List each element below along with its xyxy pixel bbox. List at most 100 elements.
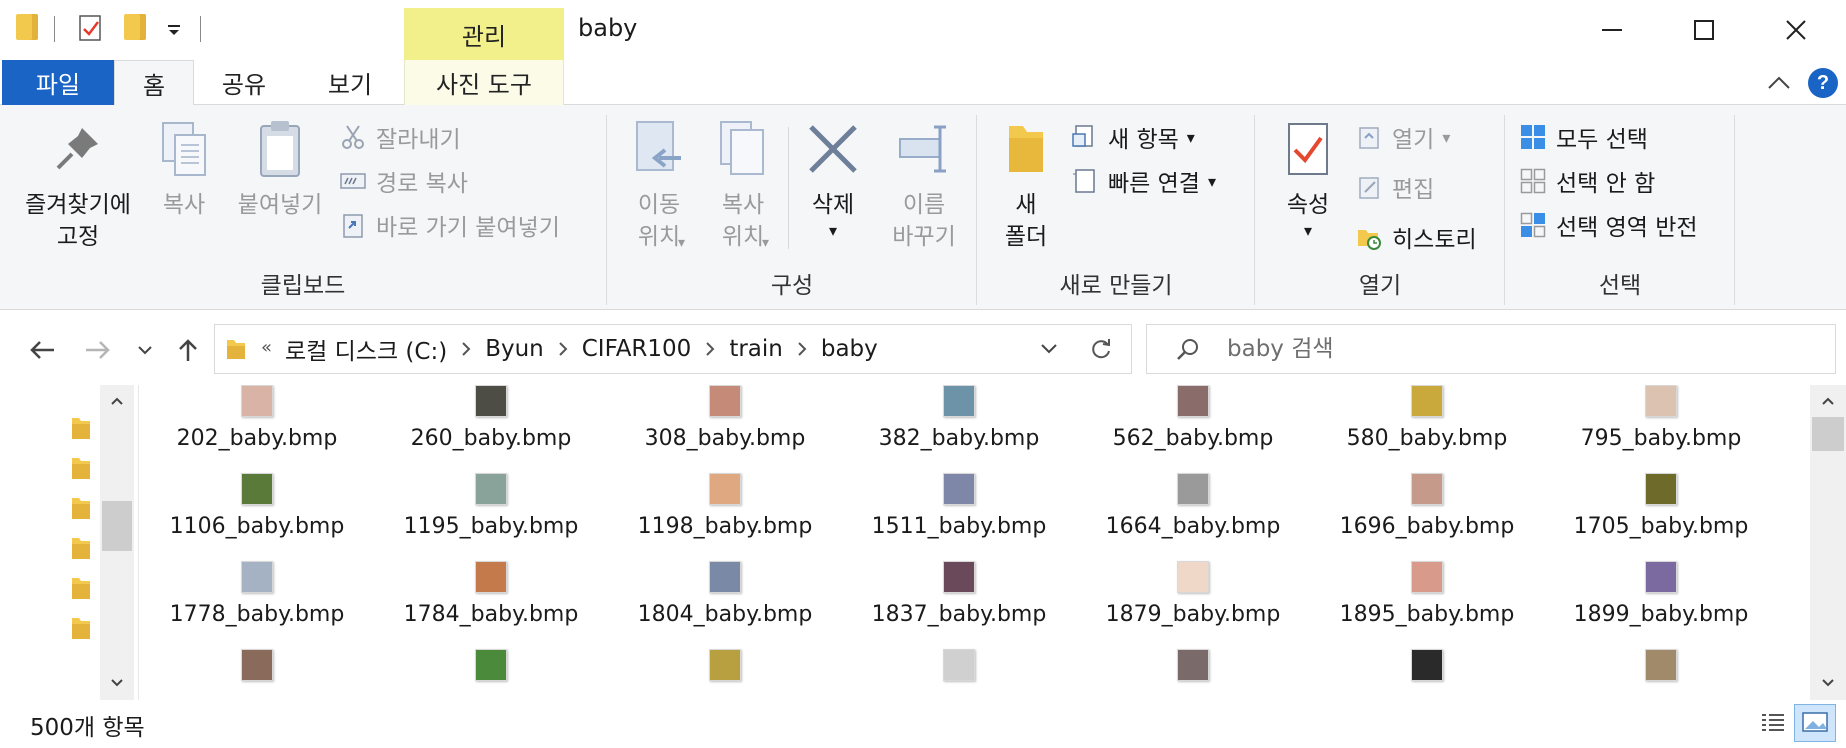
delete-button[interactable]: 삭제 ▾ — [794, 115, 872, 241]
file-item[interactable]: 1664_baby.bmp — [1076, 453, 1310, 539]
file-item[interactable]: 308_baby.bmp — [608, 385, 842, 451]
nav-folder-icon[interactable] — [70, 615, 92, 641]
file-item[interactable] — [608, 629, 842, 700]
rename-button[interactable]: 이름 바꾸기 — [878, 115, 970, 253]
maximize-button[interactable] — [1658, 0, 1750, 60]
move-to-button[interactable]: 이동 위치 ▾ — [620, 115, 698, 253]
tab-home[interactable]: 홈 — [114, 60, 194, 106]
search-input[interactable] — [1227, 325, 1787, 373]
paste-button[interactable]: 붙여넣기 — [228, 115, 332, 221]
copy-path-button[interactable]: 경로 복사 — [340, 163, 468, 199]
edit-icon — [1356, 174, 1382, 200]
chevron-right-icon[interactable] — [461, 341, 471, 357]
forward-button[interactable] — [80, 332, 116, 368]
file-item[interactable]: 1198_baby.bmp — [608, 453, 842, 539]
invert-selection-button[interactable]: 선택 영역 반전 — [1520, 207, 1698, 243]
file-item[interactable]: 1784_baby.bmp — [374, 541, 608, 627]
chevron-right-icon[interactable] — [558, 341, 568, 357]
refresh-button[interactable] — [1070, 324, 1132, 374]
properties-icon[interactable] — [78, 14, 102, 42]
chevron-down-icon[interactable] — [100, 671, 134, 695]
nav-folder-icon[interactable] — [70, 495, 92, 521]
ribbon-collapse-button[interactable] — [1764, 70, 1794, 96]
nav-folder-icon[interactable] — [70, 575, 92, 601]
tab-photo-tools[interactable]: 사진 도구 — [404, 60, 564, 105]
properties-button[interactable]: 속성 ▾ — [1270, 115, 1346, 241]
breadcrumb-item-local-disk[interactable]: 로컬 디스크 (C:) — [285, 332, 447, 366]
file-item[interactable]: 795_baby.bmp — [1544, 385, 1778, 451]
file-item[interactable] — [374, 629, 608, 700]
new-folder-button[interactable]: 새 폴더 — [996, 115, 1056, 253]
file-item[interactable]: 1879_baby.bmp — [1076, 541, 1310, 627]
file-scrollbar[interactable] — [1810, 385, 1846, 700]
file-item[interactable] — [842, 629, 1076, 700]
file-item[interactable]: 1778_baby.bmp — [140, 541, 374, 627]
breadcrumb-item-cifar100[interactable]: CIFAR100 — [582, 336, 692, 362]
chevron-up-icon[interactable] — [100, 389, 134, 413]
open-button[interactable]: 열기 ▾ — [1356, 119, 1450, 155]
up-button[interactable] — [170, 332, 206, 368]
breadcrumb-item-baby[interactable]: baby — [821, 336, 878, 362]
file-item[interactable] — [1076, 629, 1310, 700]
folder-icon[interactable] — [16, 14, 40, 42]
chevron-down-icon[interactable] — [1810, 671, 1846, 695]
tab-view[interactable]: 보기 — [298, 60, 402, 105]
breadcrumb-item-byun[interactable]: Byun — [485, 336, 544, 362]
large-icons-view-button[interactable] — [1794, 704, 1836, 742]
file-item[interactable]: 1696_baby.bmp — [1310, 453, 1544, 539]
file-item[interactable] — [1544, 629, 1778, 700]
nav-folder-icon[interactable] — [70, 535, 92, 561]
file-item[interactable] — [140, 629, 374, 700]
back-button[interactable] — [24, 332, 60, 368]
tab-share[interactable]: 공유 — [204, 60, 284, 105]
file-item[interactable]: 1899_baby.bmp — [1544, 541, 1778, 627]
file-item[interactable]: 1705_baby.bmp — [1544, 453, 1778, 539]
details-view-button[interactable] — [1756, 706, 1790, 740]
nav-scrollbar[interactable] — [100, 385, 134, 700]
file-item[interactable]: 382_baby.bmp — [842, 385, 1076, 451]
edit-button[interactable]: 편집 — [1356, 169, 1434, 205]
nav-folder-icon[interactable] — [70, 455, 92, 481]
file-item[interactable]: 202_baby.bmp — [140, 385, 374, 451]
copy-button[interactable]: 복사 — [148, 115, 220, 221]
new-item-button[interactable]: 새 항목 ▾ — [1072, 119, 1195, 155]
file-scroll-thumb[interactable] — [1812, 417, 1844, 451]
help-button[interactable]: ? — [1808, 68, 1838, 98]
file-thumbnail — [1645, 473, 1677, 505]
breadcrumb-item-train[interactable]: train — [729, 336, 783, 362]
file-item[interactable]: 1511_baby.bmp — [842, 453, 1076, 539]
file-item[interactable]: 580_baby.bmp — [1310, 385, 1544, 451]
address-history-dropdown[interactable] — [1023, 325, 1075, 373]
address-bar[interactable]: « 로컬 디스크 (C:) Byun CIFAR100 train baby — [214, 324, 1132, 374]
customize-dropdown-icon[interactable] — [164, 14, 188, 42]
pane-divider[interactable] — [138, 385, 139, 700]
nav-scroll-thumb[interactable] — [102, 501, 132, 551]
history-icon — [1356, 224, 1382, 250]
file-item[interactable]: 1837_baby.bmp — [842, 541, 1076, 627]
file-item[interactable]: 1195_baby.bmp — [374, 453, 608, 539]
file-item[interactable]: 562_baby.bmp — [1076, 385, 1310, 451]
cut-button[interactable]: 잘라내기 — [340, 119, 461, 155]
select-all-button[interactable]: 모두 선택 — [1520, 119, 1648, 155]
copy-to-button[interactable]: 복사 위치 ▾ — [704, 115, 782, 253]
history-button[interactable]: 히스토리 — [1356, 219, 1477, 255]
recent-locations-button[interactable] — [128, 332, 162, 368]
close-button[interactable] — [1750, 0, 1842, 60]
chevron-right-icon[interactable] — [797, 341, 807, 357]
address-overflow-button[interactable]: « — [261, 337, 272, 358]
select-none-button[interactable]: 선택 안 함 — [1520, 163, 1655, 199]
file-item[interactable]: 260_baby.bmp — [374, 385, 608, 451]
chevron-right-icon[interactable] — [705, 341, 715, 357]
paste-shortcut-button[interactable]: 바로 가기 붙여넣기 — [340, 207, 560, 243]
file-item[interactable]: 1895_baby.bmp — [1310, 541, 1544, 627]
file-item[interactable]: 1106_baby.bmp — [140, 453, 374, 539]
minimize-button[interactable] — [1566, 0, 1658, 60]
file-item[interactable]: 1804_baby.bmp — [608, 541, 842, 627]
nav-folder-icon[interactable] — [70, 415, 92, 441]
tab-file[interactable]: 파일 — [2, 60, 114, 105]
file-item[interactable] — [1310, 629, 1544, 700]
easy-access-button[interactable]: 빠른 연결 ▾ — [1072, 163, 1216, 199]
pin-to-quick-access-button[interactable]: 즐겨찾기에 고정 — [14, 115, 142, 253]
chevron-up-icon[interactable] — [1810, 389, 1846, 413]
new-folder-icon[interactable] — [124, 14, 148, 42]
